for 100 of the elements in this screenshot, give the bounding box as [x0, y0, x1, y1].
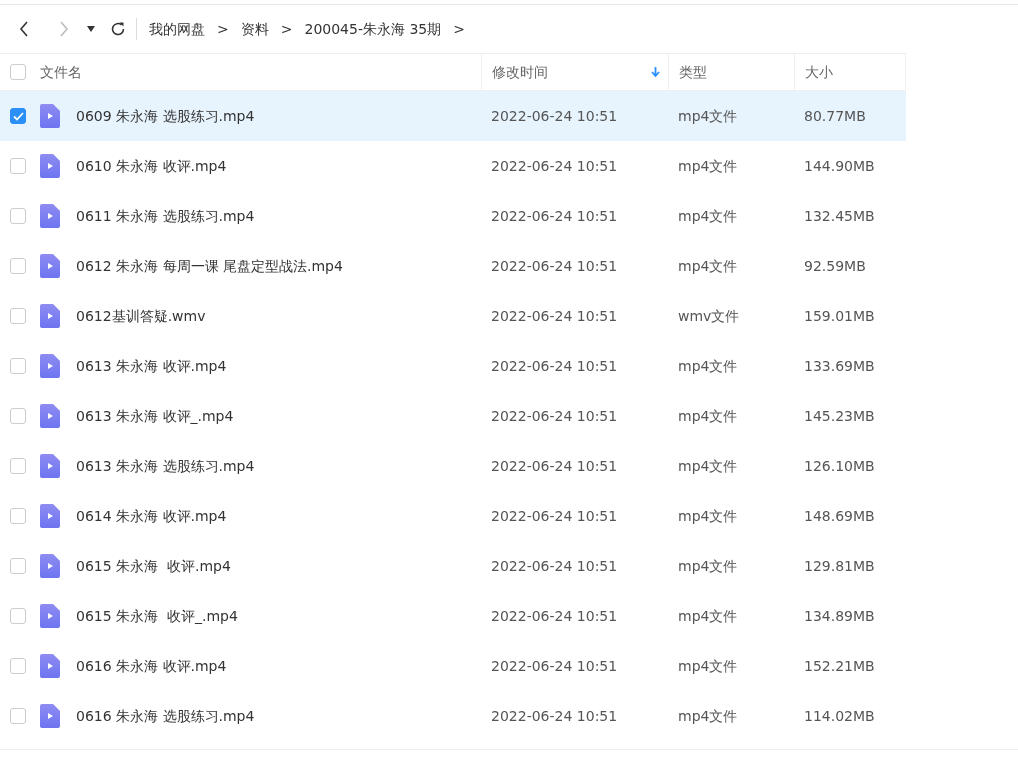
file-row[interactable]: 0610 朱永海 收评.mp4 2022-06-24 10:51 mp4文件 144.90MB [0, 141, 906, 191]
refresh-icon [110, 21, 126, 37]
modified-time: 2022-06-24 10:51 [491, 557, 618, 574]
video-file-icon [40, 704, 60, 728]
breadcrumb-link[interactable]: 我的网盘 [149, 18, 205, 40]
file-name[interactable]: 0613 朱永海 选股练习.mp4 [76, 455, 255, 477]
file-name[interactable]: 0613 朱永海 收评_.mp4 [76, 405, 234, 427]
file-name[interactable]: 0609 朱永海 选股练习.mp4 [76, 105, 255, 127]
video-file-icon [40, 554, 60, 578]
checkbox[interactable] [10, 64, 26, 80]
file-row[interactable]: 0616 朱永海 收评.mp4 2022-06-24 10:51 mp4文件 152.21MB [0, 641, 906, 691]
file-row[interactable]: 0615 朱永海 收评_.mp4 2022-06-24 10:51 mp4文件 134.89MB [0, 591, 906, 641]
column-header[interactable]: 类型 [668, 54, 794, 90]
file-size: 134.89MB [804, 607, 875, 624]
file-name[interactable]: 0611 朱永海 选股练习.mp4 [76, 205, 255, 227]
file-name[interactable]: 0615 朱永海 收评.mp4 [76, 555, 231, 577]
file-size: 92.59MB [804, 257, 866, 274]
file-size: 159.01MB [804, 307, 875, 324]
file-row[interactable]: 0615 朱永海 收评.mp4 2022-06-24 10:51 mp4文件 129.81MB [0, 541, 906, 591]
modified-time: 2022-06-24 10:51 [491, 307, 618, 324]
file-name[interactable]: 0616 朱永海 选股练习.mp4 [76, 705, 255, 727]
file-size: 80.77MB [804, 107, 866, 124]
file-size: 132.45MB [804, 207, 875, 224]
file-size: 133.69MB [804, 357, 875, 374]
file-row[interactable]: 0612基训答疑.wmv 2022-06-24 10:51 wmv文件 159.01MB [0, 291, 906, 341]
file-size: 148.69MB [804, 507, 875, 524]
file-row[interactable]: 0612 朱永海 每周一课 尾盘定型战法.mp4 2022-06-24 10:51 mp4文件 92.59MB [0, 241, 906, 291]
file-size: 126.10MB [804, 457, 875, 474]
modified-time: 2022-06-24 10:51 [491, 257, 618, 274]
file-name[interactable]: 0612 朱永海 每周一课 尾盘定型战法.mp4 [76, 255, 343, 277]
file-name[interactable]: 0616 朱永海 收评.mp4 [76, 655, 227, 677]
video-file-icon [40, 154, 60, 178]
file-type: mp4文件 [678, 157, 738, 174]
video-file-icon [40, 204, 60, 228]
breadcrumb-separator: > [453, 19, 465, 39]
checkbox[interactable] [10, 158, 26, 174]
file-row[interactable]: 0613 朱永海 收评.mp4 2022-06-24 10:51 mp4文件 133.69MB [0, 341, 906, 391]
checkbox[interactable] [10, 108, 26, 124]
file-name[interactable]: 0610 朱永海 收评.mp4 [76, 155, 227, 177]
file-type: mp4文件 [678, 557, 738, 574]
modified-time: 2022-06-24 10:51 [491, 657, 618, 674]
column-header[interactable]: 文件名 [36, 61, 481, 83]
checkbox[interactable] [10, 308, 26, 324]
breadcrumb-separator: > [280, 19, 293, 39]
file-size: 144.90MB [804, 157, 875, 174]
checkbox[interactable] [10, 458, 26, 474]
modified-time: 2022-06-24 10:51 [491, 457, 618, 474]
file-row[interactable]: 0616 朱永海 选股练习.mp4 2022-06-24 10:51 mp4文件 114.02MB [0, 691, 906, 741]
video-file-icon [40, 254, 60, 278]
file-type: mp4文件 [678, 357, 738, 374]
file-size: 145.23MB [804, 407, 875, 424]
file-type: mp4文件 [678, 707, 738, 724]
file-name[interactable]: 0615 朱永海 收评_.mp4 [76, 605, 238, 627]
video-file-icon [40, 454, 60, 478]
file-name[interactable]: 0614 朱永海 收评.mp4 [76, 505, 227, 527]
file-row[interactable]: 0613 朱永海 选股练习.mp4 2022-06-24 10:51 mp4文件 126.10MB [0, 441, 906, 491]
checkbox[interactable] [10, 258, 26, 274]
checkbox[interactable] [10, 708, 26, 724]
checkbox[interactable] [10, 408, 26, 424]
modified-time: 2022-06-24 10:51 [491, 107, 618, 124]
file-type: mp4文件 [678, 207, 738, 224]
checkbox[interactable] [10, 658, 26, 674]
file-row[interactable]: 0611 朱永海 选股练习.mp4 2022-06-24 10:51 mp4文件 132.45MB [0, 191, 906, 241]
file-type: mp4文件 [678, 607, 738, 624]
file-type: mp4文件 [678, 407, 738, 424]
file-type: mp4文件 [678, 107, 738, 124]
checkbox[interactable] [10, 508, 26, 524]
modified-time: 2022-06-24 10:51 [491, 207, 618, 224]
file-size: 114.02MB [804, 707, 875, 724]
modified-time: 2022-06-24 10:51 [491, 607, 618, 624]
video-file-icon [40, 604, 60, 628]
sort-arrow-icon [651, 66, 660, 78]
caret-icon [87, 26, 95, 32]
file-row[interactable]: 0613 朱永海 收评_.mp4 2022-06-24 10:51 mp4文件 145.23MB [0, 391, 906, 441]
column-header[interactable]: 修改时间 [481, 54, 668, 90]
file-row[interactable]: 0614 朱永海 收评.mp4 2022-06-24 10:51 mp4文件 148.69MB [0, 491, 906, 541]
breadcrumb-link[interactable]: 资料 [240, 18, 269, 40]
modified-time: 2022-06-24 10:51 [491, 707, 618, 724]
video-file-icon [40, 354, 60, 378]
video-file-icon [40, 404, 60, 428]
checkbox[interactable] [10, 608, 26, 624]
file-size: 152.21MB [804, 657, 875, 674]
file-row[interactable]: 0609 朱永海 选股练习.mp4 2022-06-24 10:51 mp4文件 80.77MB [0, 91, 906, 141]
file-name[interactable]: 0613 朱永海 收评.mp4 [76, 355, 227, 377]
file-name[interactable]: 0612基训答疑.wmv [76, 305, 206, 327]
video-file-icon [40, 304, 60, 328]
file-type: mp4文件 [678, 507, 738, 524]
file-type: mp4文件 [678, 657, 738, 674]
checkbox[interactable] [10, 558, 26, 574]
breadcrumb-link[interactable]: 200045-朱永海 35期 [304, 18, 442, 40]
modified-time: 2022-06-24 10:51 [491, 357, 618, 374]
column-header[interactable]: 大小 [794, 54, 906, 90]
video-file-icon [40, 654, 60, 678]
checkbox[interactable] [10, 358, 26, 374]
checkbox[interactable] [10, 208, 26, 224]
file-type: mp4文件 [678, 457, 738, 474]
breadcrumb-separator: > [217, 19, 229, 39]
file-type: mp4文件 [678, 257, 738, 274]
file-type: wmv文件 [678, 307, 740, 324]
modified-time: 2022-06-24 10:51 [491, 507, 618, 524]
